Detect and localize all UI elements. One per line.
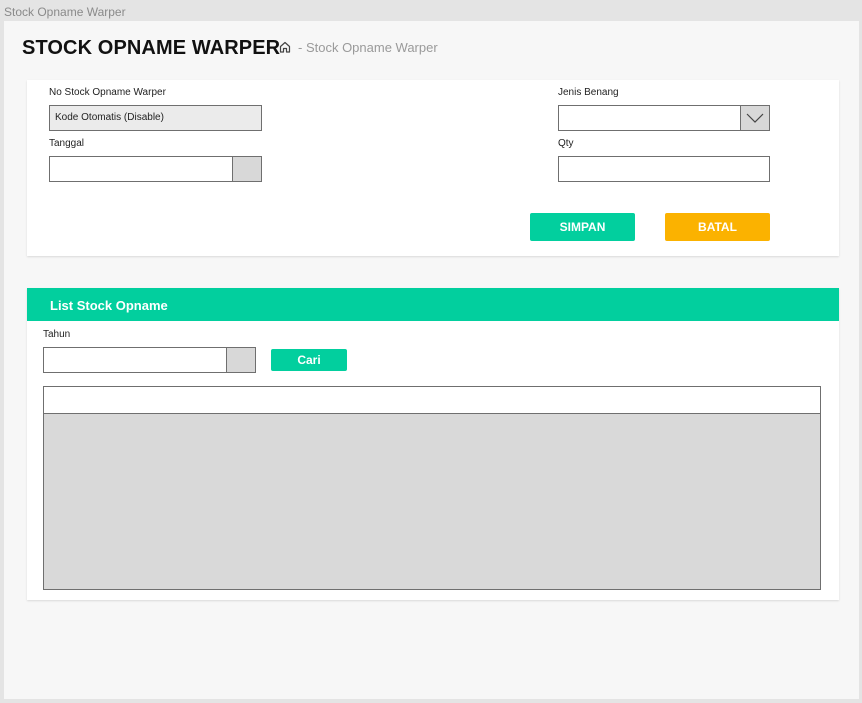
form-card: No Stock Opname Warper Kode Otomatis (Di…: [27, 80, 839, 256]
no-stock-opname-value: Kode Otomatis (Disable): [55, 112, 164, 123]
table-header: [43, 386, 821, 414]
no-stock-opname-label: No Stock Opname Warper: [49, 87, 166, 98]
qty-field[interactable]: [558, 156, 770, 182]
batal-button[interactable]: BATAL: [665, 213, 770, 241]
page: STOCK OPNAME WARPER - Stock Opname Warpe…: [4, 21, 859, 699]
home-icon[interactable]: [278, 40, 292, 54]
chevron-down-icon: [746, 113, 764, 123]
simpan-button[interactable]: SIMPAN: [530, 213, 635, 241]
table-body: [43, 413, 821, 590]
no-stock-opname-field: Kode Otomatis (Disable): [49, 105, 262, 131]
tahun-field[interactable]: [43, 347, 256, 373]
jenis-benang-select[interactable]: [558, 105, 770, 131]
cari-button[interactable]: Cari: [271, 349, 347, 371]
tahun-label: Tahun: [43, 329, 71, 340]
jenis-benang-dropdown-button[interactable]: [740, 106, 769, 130]
tanggal-field[interactable]: [49, 156, 262, 182]
list-card: List Stock Opname Tahun Cari: [27, 288, 839, 600]
breadcrumb[interactable]: - Stock Opname Warper: [298, 40, 438, 55]
jenis-benang-label: Jenis Benang: [558, 87, 619, 98]
tahun-picker-button[interactable]: [226, 348, 255, 372]
date-picker-button[interactable]: [232, 157, 261, 181]
page-title: STOCK OPNAME WARPER: [22, 37, 281, 59]
qty-label: Qty: [558, 138, 574, 149]
list-title: List Stock Opname: [50, 298, 168, 313]
window-tab-title: Stock Opname Warper: [4, 5, 126, 19]
list-header: List Stock Opname: [27, 288, 839, 321]
tanggal-label: Tanggal: [49, 138, 85, 149]
